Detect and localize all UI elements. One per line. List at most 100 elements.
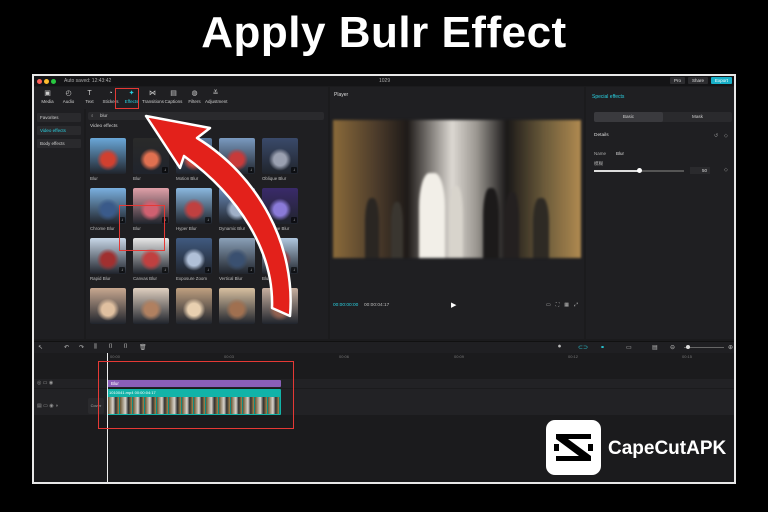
download-icon[interactable]: ↓ xyxy=(291,167,297,173)
effect-card[interactable] xyxy=(219,288,255,334)
effect-card[interactable]: ↓ Blue Line Blur xyxy=(262,188,298,234)
zoom-out-icon[interactable]: ⊖ xyxy=(670,344,675,351)
tool-filters[interactable]: ◍ Filters xyxy=(184,87,205,109)
effect-card[interactable]: ↓ Hyper Blur xyxy=(176,188,212,234)
param-value-input[interactable]: 50 xyxy=(690,167,710,174)
category-video-effects[interactable]: Video effects xyxy=(37,126,81,135)
play-button[interactable]: ▶ xyxy=(451,301,456,309)
tool-text[interactable]: T Text xyxy=(79,87,100,109)
effect-thumbnail xyxy=(90,138,126,174)
name-label: Name xyxy=(594,151,607,156)
effect-card[interactable]: ↓ Motion Blur xyxy=(176,138,212,184)
share-button[interactable]: Share xyxy=(687,77,708,84)
media-toolbar: ▣ Media ◴ Audio T Text ◔ Stickers ✦ Effects ⋈… xyxy=(34,87,328,109)
download-icon[interactable]: ↓ xyxy=(248,217,254,223)
caption-track-icon[interactable]: ▤ xyxy=(652,344,658,351)
tool-audio[interactable]: ◴ Audio xyxy=(58,87,79,109)
effect-card[interactable]: ↓ Exposure Zoom xyxy=(176,238,212,284)
download-icon[interactable]: ↓ xyxy=(291,217,297,223)
slider-knob[interactable] xyxy=(636,168,642,173)
download-icon[interactable]: ↓ xyxy=(162,267,168,273)
tool-transitions[interactable]: ⋈ Transitions xyxy=(142,87,164,109)
search-input[interactable]: ⌕ blur xyxy=(88,112,324,120)
ruler-tick: 00:06 xyxy=(339,354,350,359)
minimize-window-button[interactable] xyxy=(44,79,49,84)
effect-card[interactable]: Blur xyxy=(90,138,126,184)
effect-card[interactable]: ↓ Blur xyxy=(219,138,255,184)
link-icon[interactable]: ⚭ xyxy=(600,344,605,351)
download-icon[interactable]: ↓ xyxy=(205,217,211,223)
details-header[interactable]: Details xyxy=(594,133,609,138)
close-window-button[interactable] xyxy=(37,79,42,84)
pro-button[interactable]: Pro xyxy=(669,77,685,84)
effect-card[interactable] xyxy=(133,288,169,334)
split-icon[interactable]: ⫼ xyxy=(94,344,97,351)
quality-icon[interactable]: ▦ xyxy=(564,302,569,308)
captions-icon: ▤ xyxy=(170,90,177,97)
autosave-status: Auto saved: 12:43:42 xyxy=(64,78,112,84)
zoom-slider[interactable] xyxy=(684,347,724,348)
param-keyframe-icon[interactable]: ◇ xyxy=(724,167,728,173)
capcut-screenshot: Auto saved: 12:43:42 1029 Pro Share Expo… xyxy=(32,74,736,484)
tool-captions[interactable]: ▤ Captions xyxy=(163,87,184,109)
effect-card[interactable]: ↓ Blur xyxy=(262,238,298,284)
project-name: 1029 xyxy=(379,78,391,84)
tool-label: Captions xyxy=(164,99,183,104)
download-icon[interactable]: ↓ xyxy=(291,267,297,273)
fullscreen-icon[interactable]: ⤢ xyxy=(574,302,578,308)
download-icon[interactable]: ↓ xyxy=(205,267,211,273)
tool-media[interactable]: ▣ Media xyxy=(37,87,58,109)
effect-card[interactable] xyxy=(262,288,298,334)
blur-slider[interactable] xyxy=(594,168,684,173)
download-icon[interactable]: ↓ xyxy=(119,267,125,273)
zoom-window-button[interactable] xyxy=(51,79,56,84)
tab-mask[interactable]: Mask xyxy=(663,112,732,122)
download-icon[interactable]: ↓ xyxy=(205,167,211,173)
crop-icon[interactable]: ⛶ xyxy=(556,302,560,308)
download-icon[interactable]: ↓ xyxy=(248,167,254,173)
tool-adjustment[interactable]: ≚ Adjustment xyxy=(205,87,228,109)
delete-icon[interactable]: 🗑 xyxy=(139,344,147,351)
effect-card[interactable] xyxy=(90,288,126,334)
redo-icon[interactable]: ↷ xyxy=(79,344,84,351)
video-track-controls-icon[interactable]: ▤ ▭ ◉ ◑ xyxy=(37,403,58,409)
effects-highlight-box xyxy=(115,88,139,109)
effect-label: Vertical Blur xyxy=(219,276,243,281)
download-icon[interactable]: ↓ xyxy=(162,167,168,173)
zoom-slider-knob[interactable] xyxy=(686,345,690,349)
effect-label: Motion Blur xyxy=(176,176,199,181)
reset-icon[interactable]: ↺ xyxy=(714,133,718,139)
keyframe-icon[interactable]: ◇ xyxy=(724,133,728,139)
effect-card[interactable]: ↓ Vertical Blur xyxy=(219,238,255,284)
effect-card[interactable]: ↓ Dynamic Blur xyxy=(219,188,255,234)
magnet-icon[interactable]: ⊂⊃ xyxy=(578,344,588,351)
effect-card[interactable]: ↓ Blur xyxy=(133,138,169,184)
panel-tabs: Basic Mask xyxy=(594,112,732,122)
export-button[interactable]: Export xyxy=(710,77,732,84)
category-favorites[interactable]: Favorites xyxy=(37,113,81,122)
mic-icon[interactable]: ⏺ xyxy=(558,344,561,351)
ruler-tick: 00:12 xyxy=(568,354,579,359)
tool-label: Text xyxy=(85,99,94,104)
ratio-icon[interactable]: ▭ xyxy=(546,302,551,308)
timeline-highlight-box xyxy=(98,361,294,429)
effect-card[interactable] xyxy=(176,288,212,334)
effect-card[interactable]: ↓ Oblique Blur xyxy=(262,138,298,184)
preview-icon[interactable]: ▭ xyxy=(626,344,632,351)
zoom-in-icon[interactable]: ⊕ xyxy=(728,344,733,351)
effect-thumbnail: ↓ xyxy=(219,138,255,174)
effect-thumbnail xyxy=(176,288,212,324)
tab-basic[interactable]: Basic xyxy=(594,112,663,122)
category-body-effects[interactable]: Body effects xyxy=(37,139,81,148)
undo-icon[interactable]: ↶ xyxy=(64,344,69,351)
effect-thumbnail: ↓ xyxy=(219,238,255,274)
player-title: Player xyxy=(334,92,349,98)
video-preview xyxy=(333,120,581,258)
split-left-icon[interactable]: ⌷ xyxy=(109,344,113,351)
select-icon[interactable]: ↖ xyxy=(38,344,43,351)
split-right-icon[interactable]: ⌷ xyxy=(124,344,128,351)
effects-categories: Favorites Video effects Body effects xyxy=(34,109,84,339)
download-icon[interactable]: ↓ xyxy=(248,267,254,273)
effect-track-controls-icon[interactable]: ◎ ▭ ◉ xyxy=(37,380,53,386)
effect-label: Dynamic Blur xyxy=(219,226,246,231)
